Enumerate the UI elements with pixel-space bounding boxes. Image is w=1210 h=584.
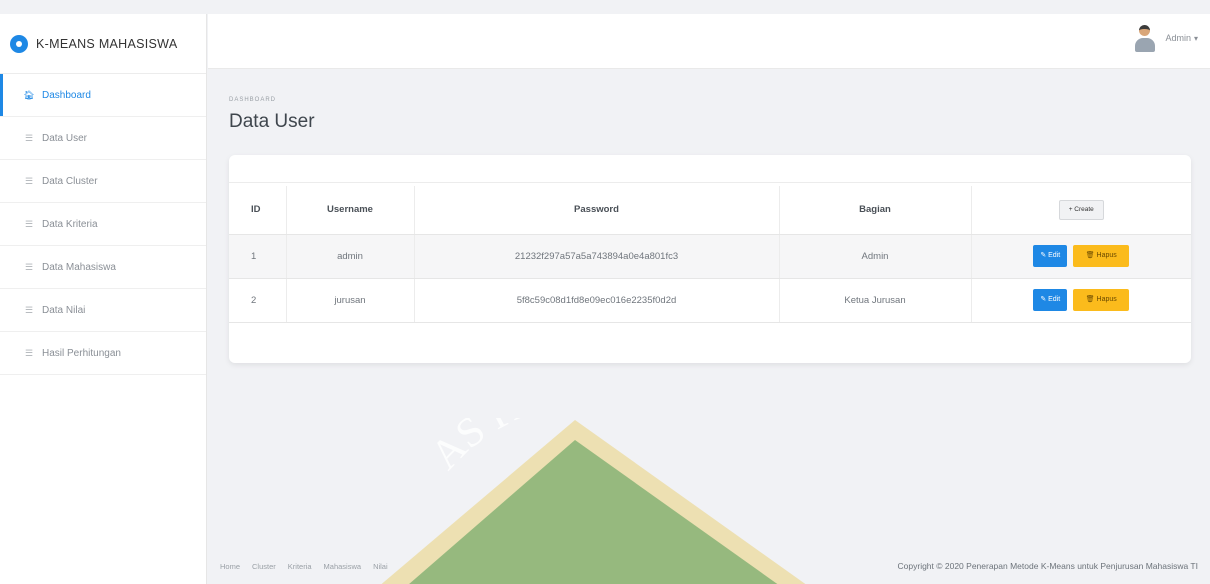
sidebar-item-dashboard[interactable]: 🏠︎ Dashboard [0,74,206,117]
column-header-id: ID [229,186,287,235]
footer-link-nilai[interactable]: Nilai [373,562,388,571]
cell-username: admin [286,234,415,279]
table-header-row: ID Username Password Bagian + Create [229,186,1191,235]
list-icon: ☰ [24,175,34,186]
brand-logo-icon [10,34,28,53]
page-title: Data User [229,111,315,132]
user-name[interactable]: Admin [1165,33,1191,43]
list-icon: ☰ [24,218,34,229]
footer-copyright: Copyright © 2020 Penerapan Metode K-Mean… [897,561,1198,571]
cell-password: 5f8c59c08d1fd8e09ec016e2235f0d2d [414,278,780,323]
footer: Home Cluster Kriteria Mahasiswa Nilai Co… [208,552,1210,584]
sidebar-item-hasil-perhitungan[interactable]: ☰ Hasil Perhitungan [0,332,206,375]
footer-links: Home Cluster Kriteria Mahasiswa Nilai [220,562,388,571]
footer-link-mahasiswa[interactable]: Mahasiswa [324,562,362,571]
sidebar-item-data-kriteria[interactable]: ☰ Data Kriteria [0,203,206,246]
table-row: 1 admin 21232f297a57a5a743894a0e4a801fc3… [229,234,1191,279]
sidebar-item-data-cluster[interactable]: ☰ Data Cluster [0,160,206,203]
column-header-username: Username [286,186,415,235]
cell-password: 21232f297a57a5a743894a0e4a801fc3 [414,234,780,279]
sidebar-item-label: Dashboard [42,89,91,101]
chevron-down-icon[interactable]: ▾ [1194,34,1198,43]
sidebar-item-label: Hasil Perhitungan [42,347,121,359]
brand[interactable]: K-MEANS MAHASISWA [0,14,206,74]
sidebar-item-label: Data Nilai [42,304,86,316]
list-icon: ☰ [24,132,34,143]
footer-link-kriteria[interactable]: Kriteria [288,562,312,571]
create-button[interactable]: + Create [1058,199,1104,220]
cell-bagian: Admin [779,234,972,279]
table-row: 2 jurusan 5f8c59c08d1fd8e09ec016e2235f0d… [229,278,1191,323]
avatar[interactable] [1133,23,1157,53]
column-header-password: Password [414,186,780,235]
footer-link-cluster[interactable]: Cluster [252,562,276,571]
sidebar-menu: 🏠︎ Dashboard ☰ Data User ☰ Data Cluster … [0,74,206,375]
edit-button[interactable]: ✎ Edit [1033,245,1068,267]
column-header-actions: + Create [971,186,1191,235]
cell-id: 1 [229,234,287,279]
cell-actions: ✎ Edit 🗑 Hapus [971,234,1191,279]
cell-actions: ✎ Edit 🗑 Hapus [971,278,1191,323]
sidebar-item-label: Data Kriteria [42,218,98,230]
footer-link-home[interactable]: Home [220,562,240,571]
list-icon: ☰ [24,261,34,272]
card-header [229,155,1191,183]
brand-title: K-MEANS MAHASISWA [36,36,178,51]
home-icon: 🏠︎ [23,89,35,100]
delete-button[interactable]: 🗑 Hapus [1073,245,1130,267]
edit-button[interactable]: ✎ Edit [1033,289,1068,311]
sidebar: K-MEANS MAHASISWA 🏠︎ Dashboard ☰ Data Us… [0,14,207,584]
column-header-bagian: Bagian [779,186,972,235]
list-icon: ☰ [24,304,34,315]
list-icon: ☰ [24,347,34,358]
sidebar-item-label: Data Mahasiswa [42,261,116,273]
cell-id: 2 [229,278,287,323]
breadcrumb: DASHBOARD [229,97,277,103]
sidebar-item-data-mahasiswa[interactable]: ☰ Data Mahasiswa [0,246,206,289]
seal-text: AS PALA [422,418,599,478]
user-table: ID Username Password Bagian + Create 1 a… [229,186,1191,323]
sidebar-item-data-user[interactable]: ☰ Data User [0,117,206,160]
sidebar-item-data-nilai[interactable]: ☰ Data Nilai [0,289,206,332]
topbar: Admin ▾ [208,14,1210,69]
sidebar-item-label: Data User [42,132,88,144]
cell-username: jurusan [286,278,415,323]
sidebar-item-label: Data Cluster [42,175,98,187]
cell-bagian: Ketua Jurusan [779,278,972,323]
data-user-card: ID Username Password Bagian + Create 1 a… [229,155,1191,363]
user-menu[interactable]: Admin ▾ [1133,23,1198,53]
delete-button[interactable]: 🗑 Hapus [1073,289,1130,311]
